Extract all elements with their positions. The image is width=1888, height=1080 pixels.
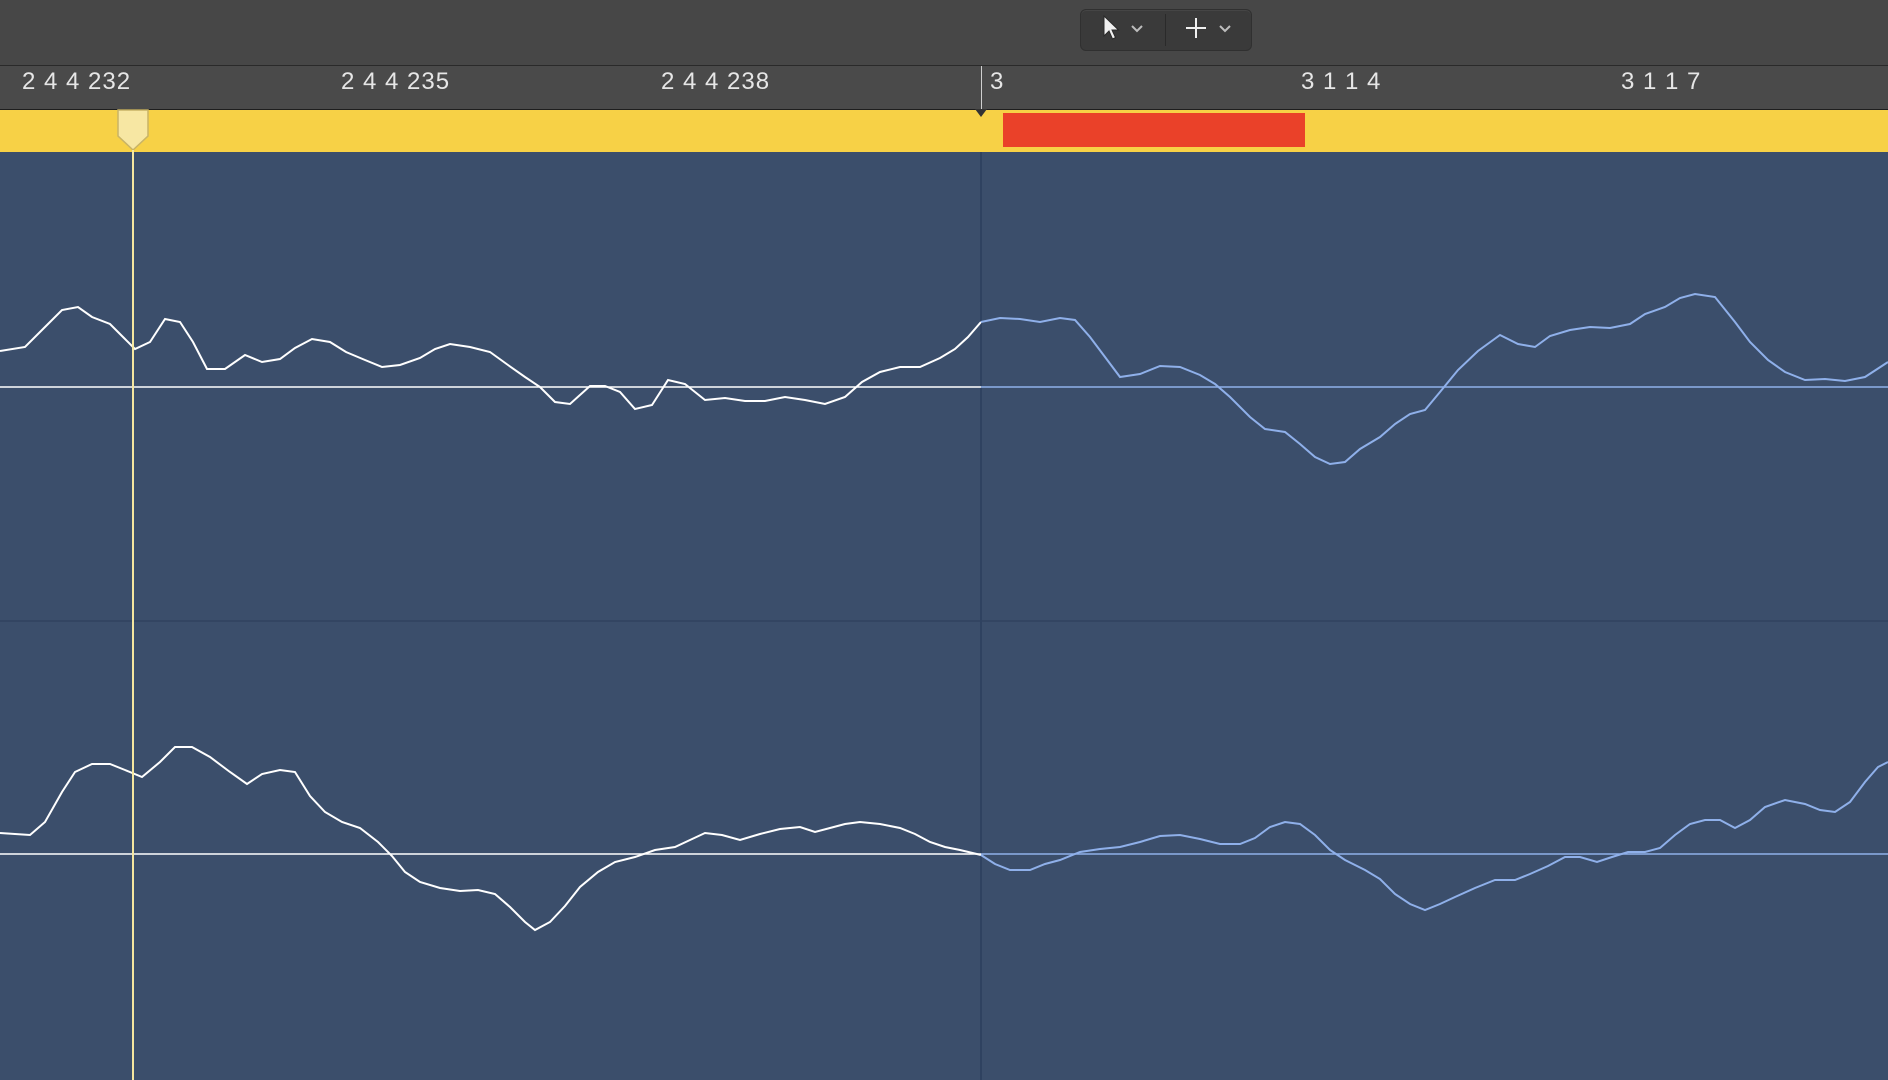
waveform-top (980, 292, 1888, 466)
chevron-down-icon (1130, 21, 1144, 39)
ruler-label: 3 1 1 4 (1301, 68, 1382, 95)
ruler-label: 2 4 4 232 (22, 68, 132, 95)
playhead-handle[interactable] (114, 108, 152, 154)
region-header-strip[interactable] (0, 110, 1888, 152)
bar-tick (981, 66, 982, 109)
ruler-label: 3 (990, 68, 1005, 95)
selection-marker[interactable] (1003, 113, 1305, 147)
pointer-tool-button[interactable] (1081, 10, 1165, 50)
waveform-editor[interactable] (0, 152, 1888, 1080)
crosshair-icon (1184, 16, 1208, 45)
toolbar (0, 0, 1888, 66)
waveform-bottom-selected (0, 746, 982, 932)
timeline-ruler[interactable]: 2 4 4 232 2 4 4 235 2 4 4 238 3 3 1 1 4 … (0, 66, 1888, 110)
ruler-label: 2 4 4 238 (661, 68, 771, 95)
chevron-down-icon (1218, 21, 1232, 39)
ruler-label: 3 1 1 7 (1621, 68, 1702, 95)
waveform-top-selected (0, 305, 982, 411)
bar-marker-icon (975, 109, 987, 117)
waveform-canvas[interactable] (0, 152, 1888, 1080)
crosshair-tool-button[interactable] (1166, 10, 1250, 50)
pointer-icon (1102, 14, 1120, 46)
ruler-label: 2 4 4 235 (341, 68, 451, 95)
tool-selector-group (1080, 9, 1252, 51)
waveform-bottom (980, 761, 1888, 912)
